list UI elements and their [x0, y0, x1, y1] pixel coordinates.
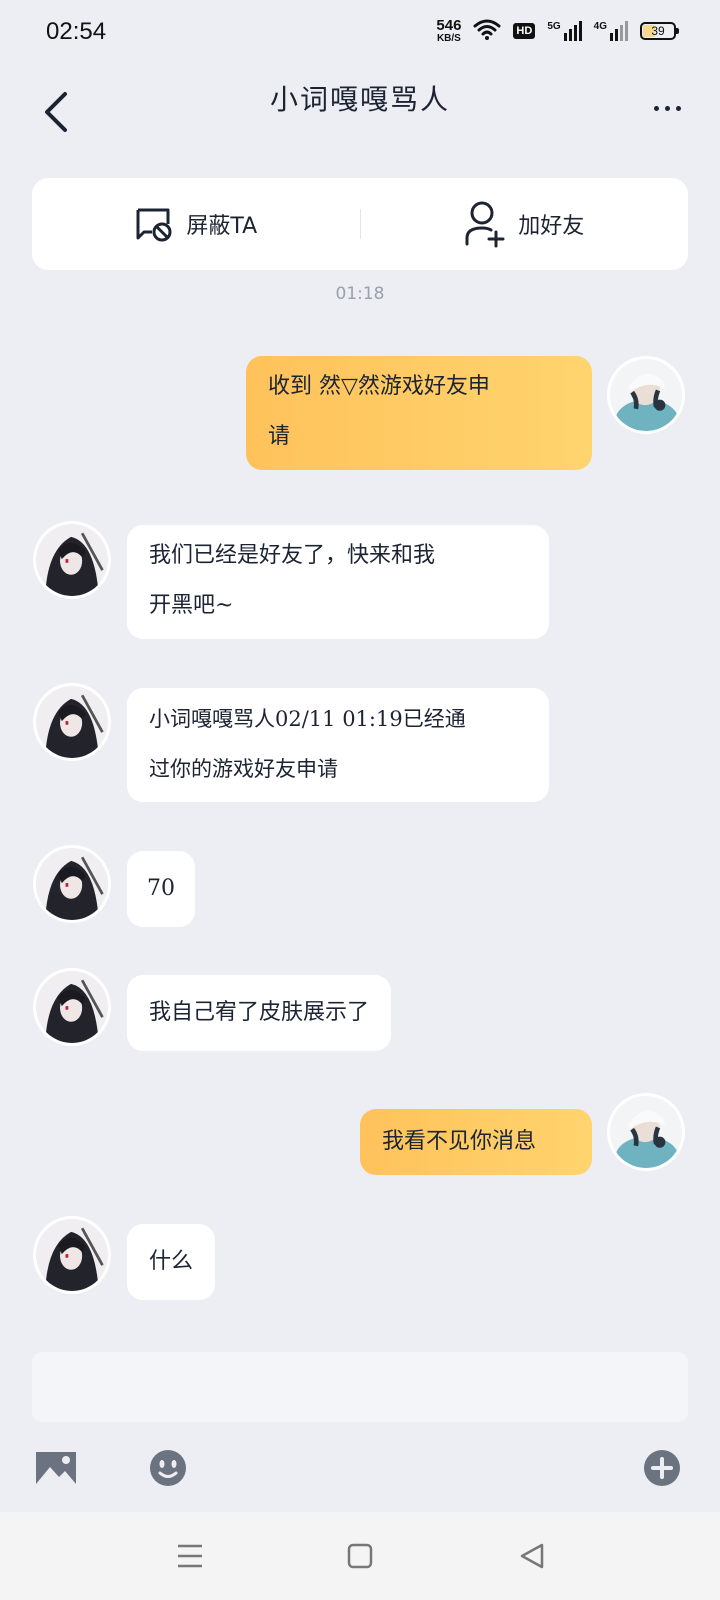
chat-header: 小词嘎嘎骂人 — [0, 72, 720, 152]
battery-icon: 39 — [640, 22, 679, 40]
add-friend-label: 加好友 — [518, 214, 585, 239]
message-text: 我自己宥了皮肤展示了 — [149, 1000, 370, 1025]
signal-4g-label: 4G — [593, 21, 607, 32]
message-row: 我自己宥了皮肤展示了 — [127, 975, 392, 1051]
message-text: 请 — [268, 424, 291, 449]
plus-button[interactable] — [642, 1448, 682, 1488]
avatar[interactable] — [33, 968, 111, 1046]
system-nav-bar — [0, 1512, 720, 1600]
message-row: 小词嘎嘎骂人02/11 01:19已经通 过你的游戏好友申请 — [127, 688, 549, 802]
emoji-icon — [150, 1450, 186, 1486]
menu-icon — [178, 1544, 202, 1568]
message-bubble[interactable]: 我们已经是好友了，快来和我 开黑吧~ — [127, 525, 549, 639]
battery-level: 39 — [651, 24, 665, 38]
signal-5g-label: 5G — [547, 21, 561, 32]
message-bubble[interactable]: 70 — [127, 851, 195, 927]
message-text: 什么 — [149, 1249, 194, 1274]
hd-voice-badge: HD — [513, 23, 536, 39]
avatar[interactable] — [33, 521, 111, 599]
home-square-icon — [347, 1543, 373, 1569]
back-triangle-icon — [520, 1543, 544, 1569]
signal-4g-icon: 4G — [594, 21, 628, 41]
message-text: 开黑吧~ — [149, 593, 234, 618]
plus-circle-icon — [644, 1450, 680, 1486]
message-bubble[interactable]: 我看不见你消息 — [360, 1109, 592, 1175]
message-text: 70 — [147, 876, 175, 901]
status-bar: 02:54 546 KB/S HD 5G 4G 39 — [0, 0, 720, 64]
image-icon — [36, 1452, 76, 1484]
block-button[interactable]: 屏蔽TA — [32, 178, 360, 270]
message-text: 小词嘎嘎骂人02/11 01:19已经通 — [149, 707, 466, 731]
add-user-icon — [465, 201, 505, 248]
message-text: 我们已经是好友了，快来和我 — [149, 543, 436, 568]
more-dots-icon — [653, 105, 681, 111]
network-speed-value: 546 — [436, 17, 462, 34]
image-button[interactable] — [34, 1448, 78, 1488]
avatar[interactable] — [607, 356, 685, 434]
message-bubble[interactable]: 小词嘎嘎骂人02/11 01:19已经通 过你的游戏好友申请 — [127, 688, 549, 802]
network-speed: 546 KB/S — [436, 18, 461, 44]
message-text: 我看不见你消息 — [382, 1129, 537, 1154]
message-row: 70 — [127, 851, 195, 927]
avatar[interactable] — [33, 845, 111, 923]
signal-5g-icon: 5G — [547, 21, 582, 41]
system-back-button[interactable] — [512, 1538, 552, 1574]
avatar[interactable] — [607, 1093, 685, 1171]
message-row: 我看不见你消息 — [360, 1109, 592, 1175]
message-bubble[interactable]: 什么 — [127, 1224, 216, 1300]
avatar[interactable] — [33, 683, 111, 761]
recents-button[interactable] — [170, 1538, 210, 1574]
avatar[interactable] — [33, 1216, 111, 1294]
block-chat-icon — [136, 208, 172, 242]
message-bubble[interactable]: 收到 然▽然游戏好友申 请 — [246, 356, 592, 470]
more-button[interactable] — [642, 94, 692, 122]
message-timestamp: 01:18 — [335, 284, 385, 304]
status-time: 02:54 — [46, 18, 107, 45]
message-text: 过你的游戏好友申请 — [149, 757, 338, 781]
message-row: 什么 — [127, 1224, 216, 1300]
action-card: 屏蔽TA 加好友 — [32, 178, 688, 270]
message-bubble[interactable]: 我自己宥了皮肤展示了 — [127, 975, 392, 1051]
status-icons: 546 KB/S HD 5G 4G 39 — [436, 18, 679, 44]
message-text: 收到 然▽然游戏好友申 — [268, 374, 490, 399]
message-row: 我们已经是好友了，快来和我 开黑吧~ — [127, 525, 549, 639]
home-button[interactable] — [340, 1538, 380, 1574]
add-friend-button[interactable]: 加好友 — [361, 178, 689, 270]
wifi-icon — [473, 18, 501, 44]
page-title: 小词嘎嘎骂人 — [269, 83, 450, 116]
emoji-button[interactable] — [148, 1448, 188, 1488]
network-speed-unit: KB/S — [436, 33, 461, 44]
message-input[interactable] — [32, 1352, 688, 1422]
block-label: 屏蔽TA — [186, 214, 258, 239]
message-row: 收到 然▽然游戏好友申 请 — [246, 356, 592, 470]
